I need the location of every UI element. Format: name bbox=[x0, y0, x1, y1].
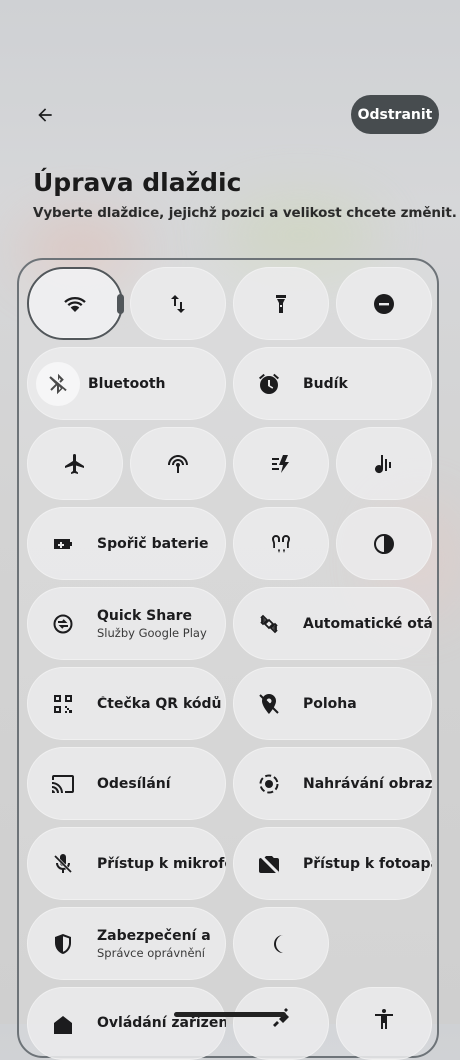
tile-camera-access[interactable]: Přístup k fotoaparátu bbox=[233, 827, 432, 900]
tile-screen-record[interactable]: Nahrávání obrazovky bbox=[233, 747, 432, 820]
tile-airplane-mode[interactable] bbox=[27, 427, 123, 500]
tile-alarm[interactable]: Budík bbox=[233, 347, 432, 420]
tile-label: Přístup k fotoaparátu bbox=[303, 855, 432, 872]
tile-label: Bluetooth bbox=[88, 375, 166, 392]
tile-label: Quick Share bbox=[97, 607, 193, 624]
tile-mic-access[interactable]: Přístup k mikrofonu bbox=[27, 827, 226, 900]
tile-label: Odesílání bbox=[97, 775, 171, 792]
camera-off-icon bbox=[255, 850, 283, 878]
qr-code-icon bbox=[49, 690, 77, 718]
tile-label: Poloha bbox=[303, 695, 357, 712]
moon-icon bbox=[267, 930, 295, 958]
tile-sublabel: Služby Google Play bbox=[97, 625, 207, 640]
tile-location[interactable]: Poloha bbox=[233, 667, 432, 740]
wifi-icon bbox=[61, 290, 89, 318]
quick-share-icon bbox=[49, 610, 77, 638]
tile-sublabel: Správce oprávnění bbox=[97, 945, 205, 960]
satellite-icon bbox=[267, 1005, 295, 1033]
tile-label: Nahrávání obrazovky bbox=[303, 775, 432, 792]
tile-label: Ovládání zařízení bbox=[97, 1015, 226, 1031]
page-subtitle: Vyberte dlaždice, jejichž pozici a velik… bbox=[33, 205, 457, 221]
live-caption-icon bbox=[370, 450, 398, 478]
flashlight-icon bbox=[267, 290, 295, 318]
arrow-back-icon bbox=[38, 108, 52, 122]
tile-wifi[interactable] bbox=[27, 267, 123, 340]
tile-label: Spořič baterie bbox=[97, 535, 209, 552]
tile-dark-theme[interactable] bbox=[233, 907, 329, 980]
tile-quick-share[interactable]: Quick Share Služby Google Play bbox=[27, 587, 226, 660]
alarm-icon bbox=[255, 370, 283, 398]
tile-flashlight[interactable] bbox=[233, 267, 329, 340]
back-button[interactable] bbox=[26, 96, 64, 134]
page-title: Úprava dlaždic bbox=[33, 168, 242, 197]
resize-handle[interactable] bbox=[117, 294, 124, 314]
tile-label: Přístup k mikrofonu bbox=[97, 855, 226, 872]
mic-off-icon bbox=[49, 850, 77, 878]
contrast-icon bbox=[370, 530, 398, 558]
tile-do-not-disturb[interactable] bbox=[336, 267, 432, 340]
home-icon bbox=[49, 1011, 77, 1039]
tile-mobile-data[interactable] bbox=[130, 267, 226, 340]
tile-security[interactable]: Zabezpečení a Správce oprávnění bbox=[27, 907, 226, 980]
tile-hotspot[interactable] bbox=[130, 427, 226, 500]
tile-label: Zabezpečení a bbox=[97, 927, 211, 944]
shield-icon bbox=[49, 930, 77, 958]
mobile-data-icon bbox=[164, 290, 192, 318]
tile-cast[interactable]: Odesílání bbox=[27, 747, 226, 820]
bolt-icon bbox=[267, 450, 295, 478]
location-off-icon bbox=[255, 690, 283, 718]
tile-label: Čtečka QR kódů bbox=[97, 695, 222, 712]
screen-record-icon bbox=[255, 770, 283, 798]
delete-button[interactable]: Odstranit bbox=[351, 95, 439, 134]
accessibility-icon bbox=[370, 1005, 398, 1033]
hotspot-icon bbox=[164, 450, 192, 478]
tile-extra-dim[interactable] bbox=[233, 427, 329, 500]
tile-battery-saver[interactable]: Spořič baterie bbox=[27, 507, 226, 580]
cast-icon bbox=[49, 770, 77, 798]
battery-saver-icon bbox=[49, 530, 77, 558]
do-not-disturb-icon bbox=[370, 290, 398, 318]
hearing-icon bbox=[267, 530, 295, 558]
tile-contrast[interactable] bbox=[336, 507, 432, 580]
tile-live-caption[interactable] bbox=[336, 427, 432, 500]
tile-label: Budík bbox=[303, 375, 348, 392]
tile-label: Automatické otáčení bbox=[303, 615, 432, 632]
tile-hearing[interactable] bbox=[233, 507, 329, 580]
bluetooth-off-icon bbox=[36, 361, 80, 406]
auto-rotate-icon bbox=[255, 610, 283, 638]
tile-bluetooth[interactable]: Bluetooth bbox=[27, 347, 226, 420]
airplane-icon bbox=[61, 450, 89, 478]
tile-qr-scanner[interactable]: Čtečka QR kódů bbox=[27, 667, 226, 740]
gesture-navigation-bar[interactable] bbox=[174, 1012, 286, 1017]
tile-auto-rotate[interactable]: Automatické otáčení bbox=[233, 587, 432, 660]
